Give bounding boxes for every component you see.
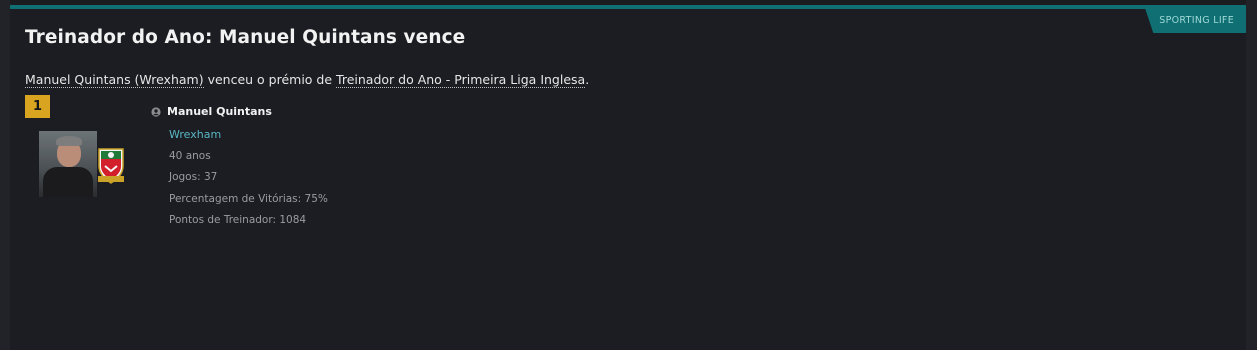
club-link[interactable]: Wrexham: [169, 128, 221, 141]
club-crest-icon[interactable]: [96, 146, 126, 184]
left-edge: [0, 0, 10, 350]
award-link[interactable]: Treinador do Ano - Primeira Liga Inglesa: [336, 72, 586, 88]
rank-badge: 1: [25, 95, 50, 118]
news-article-panel: SPORTING LIFE Treinador do Ano: Manuel Q…: [10, 5, 1246, 350]
manager-photo[interactable]: [39, 131, 97, 197]
right-edge: [1246, 0, 1257, 350]
manager-name[interactable]: Manuel Quintans: [167, 105, 272, 118]
manager-points: Pontos de Treinador: 1084: [169, 214, 307, 226]
manager-age: 40 anos: [169, 150, 211, 162]
article-intro: Manuel Quintans (Wrexham) venceu o prémi…: [25, 72, 590, 88]
source-tag[interactable]: SPORTING LIFE: [1145, 9, 1246, 33]
manager-name-row[interactable]: Manuel Quintans: [151, 105, 272, 118]
person-icon: [151, 106, 161, 117]
win-percentage: Percentagem de Vitórias: 75%: [169, 193, 328, 205]
winner-link[interactable]: Manuel Quintans (Wrexham): [25, 72, 204, 88]
article-headline: Treinador do Ano: Manuel Quintans vence: [25, 27, 466, 48]
games-count: Jogos: 37: [169, 171, 218, 183]
intro-end-text: .: [585, 72, 590, 87]
intro-middle-text: venceu o prémio de: [203, 72, 337, 87]
